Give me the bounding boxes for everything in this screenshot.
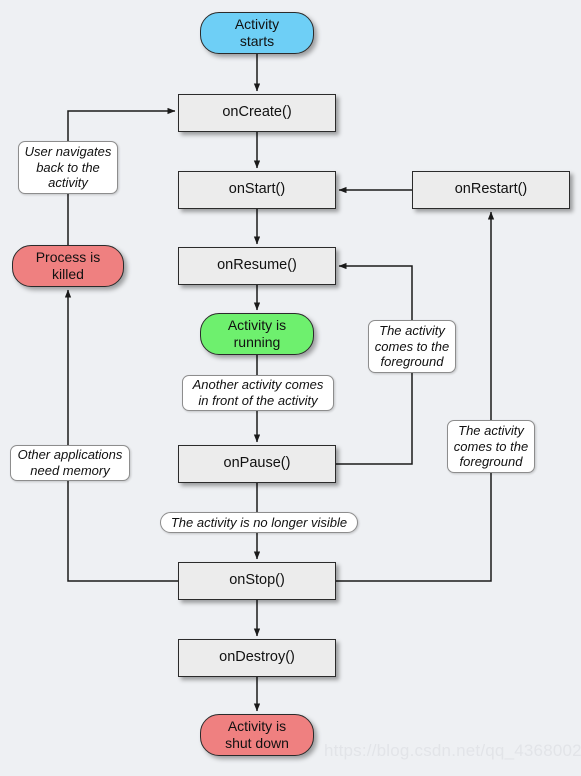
node-label-activity-shutdown: Activity is shut down: [225, 718, 289, 751]
node-on-pause: onPause(): [178, 445, 336, 483]
node-label-on-stop: onStop(): [229, 572, 285, 589]
node-on-destroy: onDestroy(): [178, 639, 336, 677]
edge-label-text: The activity is no longer visible: [170, 514, 348, 530]
node-activity-shutdown: Activity is shut down: [200, 714, 314, 756]
edge-label-no-longer-visible: The activity is no longer visible: [160, 512, 358, 533]
edge-label-another-activity-front: Another activity comes in front of the a…: [182, 375, 334, 411]
node-process-killed: Process is killed: [12, 245, 124, 287]
node-on-stop: onStop(): [178, 562, 336, 600]
edge-onstop-to-onrestart: [336, 211, 495, 582]
node-on-create: onCreate(): [178, 94, 336, 132]
edge-onstop-to-killed: [64, 289, 178, 582]
node-activity-starts: Activity starts: [200, 12, 314, 54]
node-activity-running: Activity is running: [200, 313, 314, 355]
edge-label-user-navigates-back: User navigates back to the activity: [18, 141, 118, 194]
edge-label-text: The activity comes to the foreground: [453, 423, 529, 470]
edge-label-activity-foreground-1: The activity comes to the foreground: [368, 320, 456, 373]
edge-label-text: The activity comes to the foreground: [374, 323, 450, 370]
edge-label-activity-foreground-2: The activity comes to the foreground: [447, 420, 535, 473]
node-label-on-create: onCreate(): [222, 104, 292, 121]
edge-label-text: Other applications need memory: [17, 447, 123, 478]
node-label-process-killed: Process is killed: [35, 249, 101, 282]
node-on-resume: onResume(): [178, 247, 336, 285]
node-label-on-start: onStart(): [228, 181, 286, 198]
node-label-on-resume: onResume(): [217, 257, 297, 274]
node-label-on-pause: onPause(): [223, 455, 291, 472]
edge-label-other-apps-need-memory: Other applications need memory: [10, 445, 130, 481]
node-label-activity-running: Activity is running: [227, 317, 287, 350]
node-label-on-restart: onRestart(): [454, 181, 528, 198]
watermark-text: https://blog.csdn.net/qq_43680027: [324, 741, 581, 760]
node-on-restart: onRestart(): [412, 171, 570, 209]
edge-label-text: Another activity comes in front of the a…: [192, 377, 324, 408]
node-on-start: onStart(): [178, 171, 336, 209]
node-label-on-destroy: onDestroy(): [219, 649, 295, 666]
watermark: https://blog.csdn.net/qq_43680027: [324, 741, 581, 761]
edge-label-text: User navigates back to the activity: [24, 144, 112, 191]
activity-lifecycle-diagram: Activity starts onCreate() onStart() onR…: [0, 0, 581, 776]
node-label-activity-starts: Activity starts: [234, 16, 280, 49]
